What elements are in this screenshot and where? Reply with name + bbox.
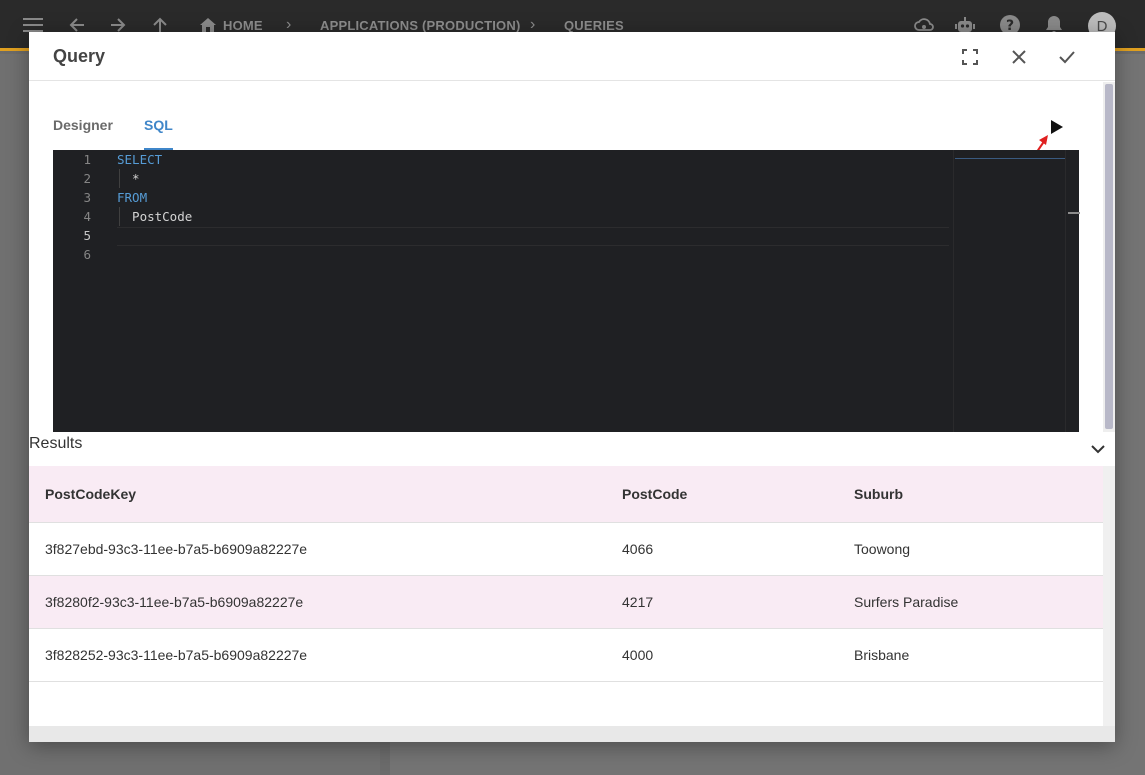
dialog-scrollbar-thumb[interactable] (1105, 84, 1113, 429)
table-cell: Toowong (854, 541, 911, 557)
editor-scrollbar-marker (1068, 212, 1080, 214)
chevron-down-icon[interactable] (1089, 440, 1107, 458)
table-cell: 4066 (622, 541, 654, 557)
tab-sql[interactable]: SQL (144, 112, 173, 150)
results-title: Results (29, 435, 83, 452)
line-number-gutter: 1 2 3 4 5 6 (53, 150, 113, 432)
code-line[interactable]: FROM (117, 188, 147, 207)
close-icon[interactable] (1006, 44, 1032, 70)
confirm-check-icon[interactable] (1054, 44, 1080, 70)
code-line[interactable]: * (117, 169, 140, 188)
line-number: 5 (83, 228, 91, 243)
table-cell: 4217 (622, 594, 654, 610)
tab-designer[interactable]: Designer (53, 112, 113, 150)
table-row[interactable]: 3f8280f2-93c3-11ee-b7a5-b6909a82227e 421… (29, 576, 1103, 629)
dialog-scrollbar[interactable] (1103, 82, 1115, 482)
fullscreen-icon[interactable] (957, 44, 983, 70)
table-row[interactable]: 3f827ebd-93c3-11ee-b7a5-b6909a82227e 406… (29, 523, 1103, 576)
line-number: 1 (83, 152, 91, 167)
breadcrumb-home[interactable]: HOME (223, 18, 263, 33)
query-dialog: Query Designer SQL 1 2 3 4 5 6 SELECT * … (29, 32, 1115, 742)
minimap-slider[interactable] (955, 150, 1065, 159)
table-cell: 4000 (622, 647, 654, 663)
results-header-row: PostCodeKey PostCode Suburb (29, 466, 1103, 523)
table-cell: Brisbane (854, 647, 910, 663)
editor-scrollbar[interactable] (1065, 150, 1080, 432)
dialog-header: Query (29, 32, 1115, 81)
line-number: 3 (83, 190, 91, 205)
table-cell: Surfers Paradise (854, 594, 959, 610)
results-horizontal-scrollbar[interactable] (29, 726, 1115, 742)
results-vertical-scrollbar[interactable] (1103, 466, 1115, 726)
column-header-postcode[interactable]: PostCode (622, 466, 687, 522)
breadcrumb-applications[interactable]: APPLICATIONS (PRODUCTION) (320, 18, 520, 33)
current-line-highlight (117, 227, 949, 246)
table-row[interactable]: 3f828252-93c3-11ee-b7a5-b6909a82227e 400… (29, 629, 1103, 682)
results-header[interactable]: Results (29, 432, 1115, 466)
code-line[interactable]: PostCode (117, 207, 192, 226)
results-grid: PostCodeKey PostCode Suburb 3f827ebd-93c… (29, 466, 1103, 726)
line-number: 2 (83, 171, 91, 186)
table-cell: 3f8280f2-93c3-11ee-b7a5-b6909a82227e (45, 594, 304, 610)
table-cell: 3f827ebd-93c3-11ee-b7a5-b6909a82227e (45, 541, 308, 557)
line-number: 6 (83, 247, 91, 262)
editor-minimap[interactable] (953, 150, 1065, 432)
table-cell: 3f828252-93c3-11ee-b7a5-b6909a82227e (45, 647, 308, 663)
sql-editor[interactable]: 1 2 3 4 5 6 SELECT * FROM PostCode (53, 150, 1080, 432)
dialog-title: Query (53, 46, 106, 66)
code-line[interactable]: SELECT (117, 150, 162, 169)
line-number: 4 (83, 209, 91, 224)
column-header-suburb[interactable]: Suburb (854, 466, 903, 522)
column-header-postcodekey[interactable]: PostCodeKey (45, 466, 136, 522)
breadcrumb-queries[interactable]: QUERIES (564, 18, 624, 33)
